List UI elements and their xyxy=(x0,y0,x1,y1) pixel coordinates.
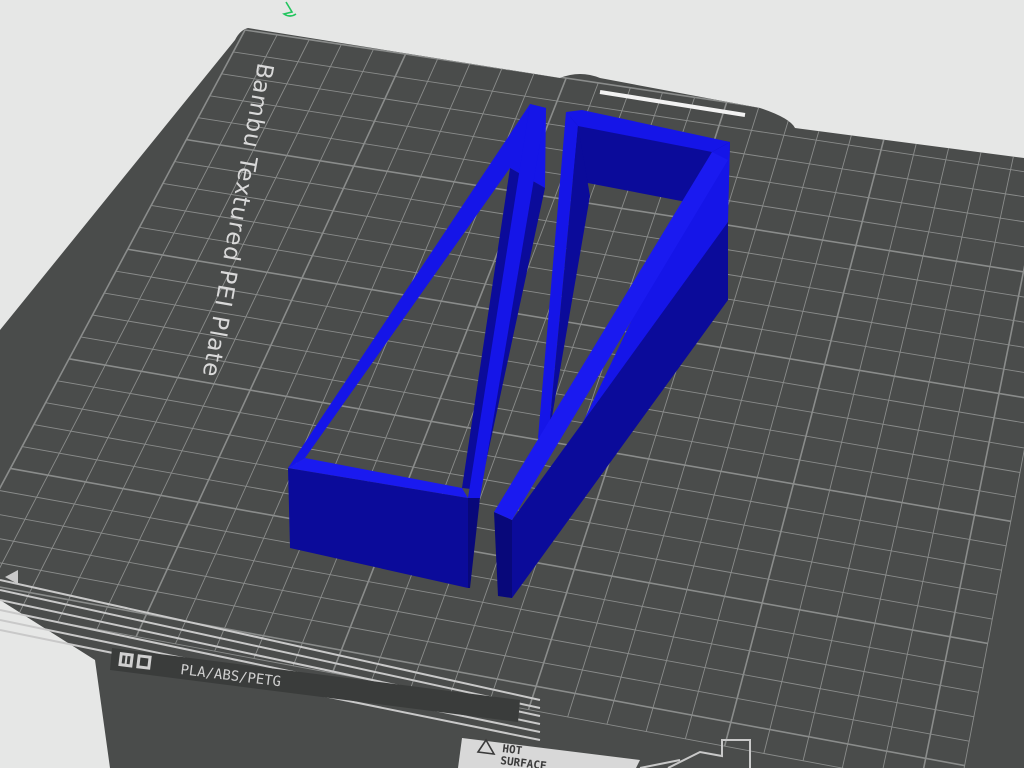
axis-gizmo-icon[interactable] xyxy=(282,1,297,17)
3d-viewport[interactable]: Bambu Textured PEI Plate PLA/ABS/PETG HO… xyxy=(0,0,1024,768)
scene-canvas[interactable]: Bambu Textured PEI Plate PLA/ABS/PETG HO… xyxy=(0,0,1024,768)
